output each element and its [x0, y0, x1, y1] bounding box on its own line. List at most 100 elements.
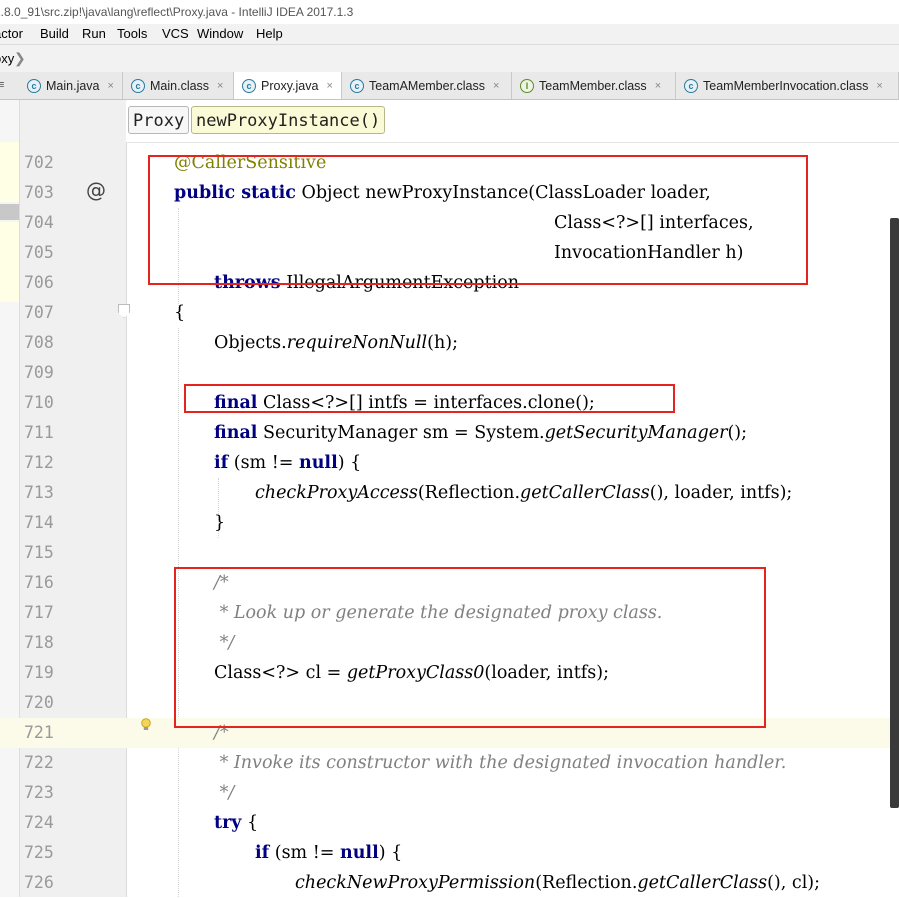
line-number: 713: [24, 483, 54, 502]
code-text: checkNewProxyPermission(Reflection.getCa…: [295, 868, 820, 898]
keyword: final: [214, 423, 258, 443]
line-number: 710: [24, 393, 54, 412]
line-number: 711: [24, 423, 54, 442]
close-icon[interactable]: ×: [108, 80, 114, 92]
code-line-722: 722 * Invoke its constructor with the de…: [0, 748, 899, 778]
keyword: if: [214, 453, 229, 473]
tab-label: Main.class: [150, 78, 210, 93]
code-line-724: 724 try {: [0, 808, 899, 838]
class-icon: c: [350, 78, 364, 93]
code-text: if (sm != null) {: [255, 838, 402, 868]
line-number: 715: [24, 543, 54, 562]
class-icon: c: [131, 78, 145, 93]
keyword: try: [214, 813, 242, 833]
line-number: 714: [24, 513, 54, 532]
line-number: 702: [24, 153, 54, 172]
menu-run[interactable]: Run: [82, 24, 106, 44]
code-fragment: (Reflection.: [417, 483, 521, 503]
highlight-box-intfs-clone: [184, 384, 675, 413]
line-number: 707: [24, 303, 54, 322]
code-line-725: 725 if (sm != null) {: [0, 838, 899, 868]
window-title: 1.8.0_91\src.zip!\java\lang\reflect\Prox…: [0, 5, 354, 19]
tab-list-icon[interactable]: ≡: [0, 72, 18, 99]
line-number: 716: [24, 573, 54, 592]
method-call: getCallerClass: [520, 483, 650, 503]
menu-refactor[interactable]: actor: [0, 24, 23, 44]
line-number: 717: [24, 603, 54, 622]
method-call: getSecurityManager: [544, 423, 728, 443]
comment: * Invoke its constructor with the design…: [214, 753, 787, 773]
menu-help[interactable]: Help: [256, 24, 283, 44]
code-fragment: ();: [727, 423, 748, 443]
tab-label: Proxy.java: [261, 78, 319, 93]
code-fragment: (), loader, intfs);: [649, 483, 793, 503]
code-line-711: 711 final SecurityManager sm = System.ge…: [0, 418, 899, 448]
line-number: 704: [24, 213, 54, 232]
menu-window[interactable]: Window: [197, 24, 243, 44]
highlight-box-getproxyclass: [174, 567, 766, 728]
tab-main-java[interactable]: c Main.java ×: [19, 72, 123, 99]
annotation-icon[interactable]: @: [86, 178, 106, 202]
breadcrumb-newproxyinstance[interactable]: newProxyInstance(): [191, 106, 386, 134]
close-icon[interactable]: ×: [493, 80, 499, 92]
line-number: 719: [24, 663, 54, 682]
class-icon: c: [242, 78, 256, 93]
close-icon[interactable]: ×: [326, 80, 332, 92]
code-text: try {: [214, 808, 258, 838]
line-number: 712: [24, 453, 54, 472]
keyword: if: [255, 843, 270, 863]
code-text: checkProxyAccess(Reflection.getCallerCla…: [255, 478, 792, 508]
code-fragment: Objects.: [214, 333, 287, 353]
navigation-bar: oxy ❯: [0, 44, 899, 73]
line-number: 722: [24, 753, 54, 772]
code-text: Objects.requireNonNull(h);: [214, 328, 458, 358]
code-line-726: 726 checkNewProxyPermission(Reflection.g…: [0, 868, 899, 898]
menu-tools[interactable]: Tools: [117, 24, 147, 44]
code-fragment: (h);: [427, 333, 458, 353]
line-number: 718: [24, 633, 54, 652]
code-line-714: 714 }: [0, 508, 899, 538]
menu-build[interactable]: Build: [40, 24, 69, 44]
line-number: 709: [24, 363, 54, 382]
tab-teammemberinvocation-class[interactable]: c TeamMemberInvocation.class ×: [676, 72, 899, 99]
editor-tab-bar: ≡ c Main.java × c Main.class × c Proxy.j…: [0, 72, 899, 100]
line-number: 705: [24, 243, 54, 262]
keyword: null: [298, 453, 338, 473]
tab-teammember-class[interactable]: I TeamMember.class ×: [512, 72, 676, 99]
line-number: 703: [24, 183, 54, 202]
line-number: 706: [24, 273, 54, 292]
method-call: checkProxyAccess: [255, 483, 418, 503]
tab-label: TeamAMember.class: [369, 78, 486, 93]
tab-proxy-java[interactable]: c Proxy.java ×: [234, 72, 342, 99]
line-number: 720: [24, 693, 54, 712]
code-fragment: (Reflection.: [535, 873, 638, 893]
window-title-bar: 1.8.0_91\src.zip!\java\lang\reflect\Prox…: [0, 0, 899, 24]
line-number: 721: [24, 723, 54, 742]
code-line-723: 723 */: [0, 778, 899, 808]
code-text: {: [174, 303, 186, 323]
close-icon[interactable]: ×: [217, 80, 223, 92]
line-number: 725: [24, 843, 54, 862]
code-line-708: 708 Objects.requireNonNull(h);: [0, 328, 899, 358]
code-fragment: ) {: [337, 453, 362, 473]
close-icon[interactable]: ×: [655, 80, 661, 92]
interface-icon: I: [520, 78, 534, 93]
tab-teamamember-class[interactable]: c TeamAMember.class ×: [342, 72, 512, 99]
tab-label: TeamMember.class: [539, 78, 647, 93]
code-text: final SecurityManager sm = System.getSec…: [214, 418, 747, 448]
breadcrumb-proxy[interactable]: Proxy: [128, 106, 190, 134]
code-line-712: 712 if (sm != null) {: [0, 448, 899, 478]
close-icon[interactable]: ×: [876, 80, 882, 92]
code-fragment: (), cl);: [767, 873, 821, 893]
code-text: }: [214, 513, 226, 533]
nav-crumb-proxy[interactable]: oxy: [0, 45, 14, 72]
code-fragment: (sm !=: [228, 453, 299, 473]
tab-main-class[interactable]: c Main.class ×: [123, 72, 234, 99]
line-number: 726: [24, 873, 54, 892]
comment: */: [214, 783, 235, 803]
chevron-right-icon: ❯: [14, 50, 26, 66]
lightbulb-icon[interactable]: [140, 718, 152, 732]
scrollbar-thumb[interactable]: [890, 218, 899, 808]
tab-label: TeamMemberInvocation.class: [703, 78, 869, 93]
menu-vcs[interactable]: VCS: [162, 24, 189, 44]
